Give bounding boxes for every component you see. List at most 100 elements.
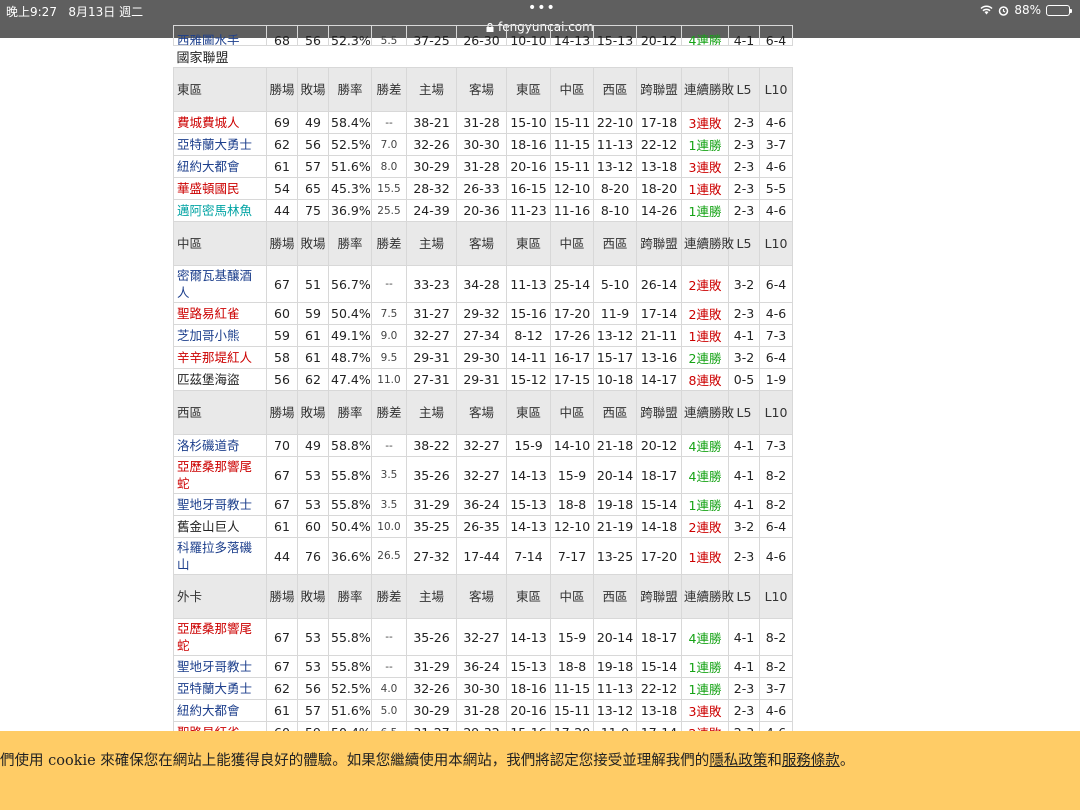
stat-cell: 11-15 — [550, 133, 594, 156]
team-name[interactable]: 紐約大都會 — [173, 699, 267, 722]
team-name[interactable]: 科羅拉多落磯山 — [173, 537, 267, 575]
column-header: 主場 — [406, 221, 457, 266]
column-header: 勝差 — [371, 574, 407, 619]
stat-cell: 30-29 — [406, 699, 457, 722]
stat-cell: 44 — [266, 537, 298, 575]
stat-cell: 26-14 — [636, 265, 682, 303]
terms-of-service-link[interactable]: 服務條款 — [782, 753, 840, 769]
team-name[interactable]: 亞歷桑那響尾蛇 — [173, 618, 267, 656]
stat-cell: 36.6% — [328, 537, 372, 575]
streak-cell: 3連敗 — [681, 111, 729, 134]
more-dots-icon[interactable]: ••• — [528, 0, 556, 16]
column-header: 勝差 — [371, 390, 407, 435]
stat-cell: 2-3 — [728, 177, 760, 200]
column-header: 勝率 — [328, 221, 372, 266]
stat-cell: 58.8% — [328, 434, 372, 457]
column-header: L10 — [759, 67, 793, 112]
team-name[interactable]: 亞特蘭大勇士 — [173, 677, 267, 700]
date: 8月13日 週二 — [68, 5, 144, 19]
table-row-partial: 西雅圖水手 68 56 52.3% 5.5 37-25 26-30 10-10 14-13 15-… — [173, 25, 793, 46]
stat-cell: 49 — [297, 111, 329, 134]
column-header: 跨聯盟 — [636, 574, 682, 619]
stat-cell: 5-5 — [759, 177, 793, 200]
stat-cell: 17-20 — [550, 302, 594, 325]
streak-cell: 1連勝 — [681, 493, 729, 516]
stat-cell: 20-12 — [636, 25, 682, 46]
stat-cell: 56.7% — [328, 265, 372, 303]
stat-cell: 32-27 — [406, 324, 457, 347]
team-name[interactable]: 華盛頓國民 — [173, 177, 267, 200]
stat-cell: -- — [371, 265, 407, 303]
team-name[interactable]: 匹茲堡海盜 — [173, 368, 267, 391]
column-header: 跨聯盟 — [636, 221, 682, 266]
stat-cell: 25.5 — [371, 199, 407, 222]
stat-cell: 67 — [266, 265, 298, 303]
column-header: 跨聯盟 — [636, 390, 682, 435]
stat-cell: 58.4% — [328, 111, 372, 134]
stat-cell: 11-13 — [506, 265, 551, 303]
stat-cell: 21-11 — [636, 324, 682, 347]
table-row: 匹茲堡海盜 56 62 47.4% 11.0 27-31 29-31 15-12 17-15 10… — [173, 368, 793, 391]
column-header: 勝差 — [371, 221, 407, 266]
stat-cell: 13-12 — [593, 324, 637, 347]
stat-cell: 18-20 — [636, 177, 682, 200]
team-name[interactable]: 密爾瓦基釀酒人 — [173, 265, 267, 303]
team-name[interactable]: 辛辛那堤紅人 — [173, 346, 267, 369]
column-header: 跨聯盟 — [636, 67, 682, 112]
stat-cell: 53 — [297, 493, 329, 516]
column-header: 連續勝敗 — [681, 67, 734, 112]
cookie-period: 。 — [839, 753, 855, 769]
stat-cell: 52.5% — [328, 677, 372, 700]
stat-cell: 7.0 — [371, 133, 407, 156]
table-row: 亞歷桑那響尾蛇 67 53 55.8% -- 35-26 32-27 14-13 15-9 20-… — [173, 618, 793, 656]
stat-cell: 14-10 — [550, 434, 594, 457]
stat-cell: 53 — [297, 456, 329, 494]
stat-cell: 15-14 — [636, 655, 682, 678]
stat-cell: 62 — [266, 133, 298, 156]
stat-cell: 6-4 — [759, 25, 793, 46]
team-name[interactable]: 亞歷桑那響尾蛇 — [173, 456, 267, 494]
team-name[interactable]: 紐約大都會 — [173, 155, 267, 178]
streak-cell: 4連勝 — [681, 456, 729, 494]
stat-cell: 60 — [297, 515, 329, 538]
stat-cell: 11-13 — [593, 133, 637, 156]
team-name[interactable]: 聖地牙哥教士 — [173, 493, 267, 516]
stat-cell: 8-2 — [759, 493, 793, 516]
team-name[interactable]: 聖地牙哥教士 — [173, 655, 267, 678]
stat-cell: 68 — [266, 25, 298, 46]
team-name[interactable]: 洛杉磯道奇 — [173, 434, 267, 457]
column-header: 勝率 — [328, 390, 372, 435]
stat-cell: 48.7% — [328, 346, 372, 369]
stat-cell: 15-11 — [550, 111, 594, 134]
stat-cell: 51.6% — [328, 699, 372, 722]
team-name[interactable]: 芝加哥小熊 — [173, 324, 267, 347]
table-row: 紐約大都會 61 57 51.6% 5.0 30-29 31-28 20-16 15-11 13-… — [173, 699, 793, 722]
team-name[interactable]: 舊金山巨人 — [173, 515, 267, 538]
column-header: L10 — [759, 221, 793, 266]
column-header: 勝場 — [266, 390, 298, 435]
column-header: 中區 — [550, 67, 594, 112]
stat-cell: 30-30 — [456, 677, 507, 700]
stat-cell: 9.5 — [371, 346, 407, 369]
stat-cell: 17-20 — [636, 537, 682, 575]
column-header: 主場 — [406, 390, 457, 435]
stat-cell: 15-11 — [550, 699, 594, 722]
streak-cell: 3連敗 — [681, 699, 729, 722]
team-name[interactable]: 聖路易紅雀 — [173, 302, 267, 325]
stat-cell: 55.8% — [328, 655, 372, 678]
standings-table: 西雅圖水手 68 56 52.3% 5.5 37-25 26-30 10-10 14-13 15-… — [173, 25, 793, 744]
team-name[interactable]: 亞特蘭大勇士 — [173, 133, 267, 156]
stat-cell: 13-25 — [593, 537, 637, 575]
stat-cell: 15-9 — [506, 434, 551, 457]
team-name[interactable]: 邁阿密馬林魚 — [173, 199, 267, 222]
column-header: 連續勝敗 — [681, 574, 734, 619]
status-bar: 晚上9:27 8月13日 週二 ••• 88% — [0, 0, 1080, 20]
team-name[interactable]: 費城費城人 — [173, 111, 267, 134]
stat-cell: 29-31 — [456, 368, 507, 391]
privacy-policy-link[interactable]: 隱私政策 — [709, 753, 767, 769]
column-header: 東區 — [506, 574, 551, 619]
stat-cell: 4.0 — [371, 677, 407, 700]
stat-cell: 16-17 — [550, 346, 594, 369]
standings-content: 西雅圖水手 68 56 52.3% 5.5 37-25 26-30 10-10 14-13 15-… — [173, 25, 793, 744]
stat-cell: 61 — [266, 515, 298, 538]
